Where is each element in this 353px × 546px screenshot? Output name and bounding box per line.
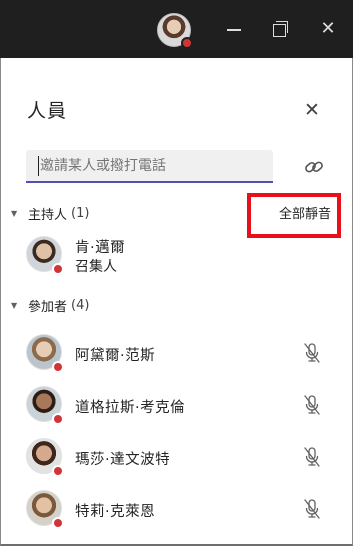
chevron-down-icon: ▼	[11, 300, 18, 310]
host-row[interactable]: 肯·邁爾 召集人	[0, 232, 353, 282]
title-bar: ✕	[0, 0, 353, 58]
busy-status-icon	[52, 263, 64, 275]
text-caret	[38, 156, 39, 176]
person-name: 肯·邁爾	[75, 240, 126, 256]
busy-status-icon	[52, 413, 64, 425]
avatar	[26, 438, 64, 477]
panel-close-icon[interactable]: ✕	[301, 99, 323, 121]
person-name: 道格拉斯·考克倫	[75, 400, 186, 416]
attendees-count: (4)	[71, 297, 90, 313]
hosts-count: (1)	[71, 205, 90, 221]
person-name: 阿黛爾·范斯	[75, 348, 156, 364]
user-avatar[interactable]	[157, 13, 193, 49]
avatar	[26, 386, 64, 425]
attendee-row[interactable]: 阿黛爾·范斯	[0, 330, 353, 380]
person-role: 召集人	[75, 259, 117, 275]
busy-status-icon	[52, 465, 64, 477]
link-icon[interactable]	[303, 156, 325, 178]
person-name: 瑪莎·達文波特	[75, 452, 171, 468]
invite-input[interactable]	[26, 150, 273, 183]
chevron-down-icon: ▼	[11, 208, 18, 218]
busy-status-icon	[52, 361, 64, 373]
mic-off-icon[interactable]	[303, 498, 321, 520]
restore-icon[interactable]	[270, 18, 292, 40]
hosts-section-header[interactable]: ▼ 主持人 (1)	[11, 203, 89, 223]
mic-off-icon[interactable]	[303, 342, 321, 364]
attendee-row[interactable]: 道格拉斯·考克倫	[0, 382, 353, 432]
attendees-section-header[interactable]: ▼ 參加者 (4)	[11, 295, 89, 315]
window-close-icon[interactable]: ✕	[317, 18, 339, 40]
avatar	[26, 334, 64, 373]
mic-off-icon[interactable]	[303, 446, 321, 468]
person-name: 特莉·克萊恩	[75, 504, 156, 520]
avatar	[26, 236, 64, 275]
busy-status-icon	[181, 37, 193, 49]
busy-status-icon	[52, 517, 64, 529]
minimize-icon[interactable]	[223, 18, 245, 40]
attendee-row[interactable]: 特莉·克萊恩	[0, 486, 353, 536]
hosts-label: 主持人	[28, 207, 68, 223]
panel-title: 人員	[27, 100, 68, 122]
attendees-label: 參加者	[28, 299, 68, 315]
mic-off-icon[interactable]	[303, 394, 321, 416]
attendee-row[interactable]: 瑪莎·達文波特	[0, 434, 353, 484]
avatar	[26, 490, 64, 529]
